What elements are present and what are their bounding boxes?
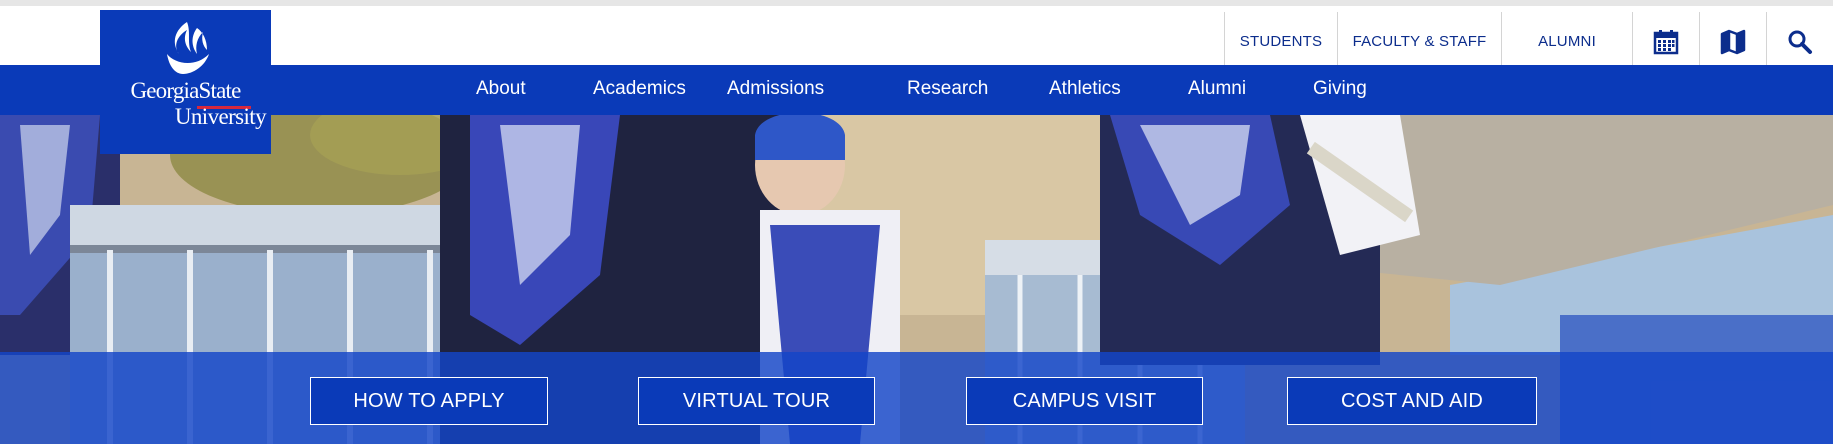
- cta-band: [0, 352, 1833, 444]
- cost-and-aid-button[interactable]: COST AND AID: [1287, 377, 1537, 425]
- flame-icon: [167, 22, 209, 74]
- map-button[interactable]: [1699, 12, 1766, 71]
- logo-wordmark-line1: GeorgiaState: [130, 78, 241, 103]
- utility-link-alumni[interactable]: ALUMNI: [1501, 12, 1632, 71]
- university-logo[interactable]: GeorgiaState University: [100, 10, 271, 154]
- nav-item-admissions[interactable]: Admissions: [727, 78, 824, 100]
- main-nav-bar: About Academics Admissions Research Athl…: [0, 65, 1833, 115]
- nav-item-academics[interactable]: Academics: [593, 78, 686, 100]
- nav-item-research[interactable]: Research: [907, 78, 988, 100]
- calendar-icon: [1653, 29, 1679, 54]
- utility-link-faculty-staff[interactable]: FACULTY & STAFF: [1337, 12, 1501, 71]
- map-icon: [1720, 29, 1746, 54]
- virtual-tour-button[interactable]: VIRTUAL TOUR: [638, 377, 875, 425]
- search-icon: [1788, 30, 1812, 54]
- nav-item-alumni[interactable]: Alumni: [1188, 78, 1246, 100]
- campus-visit-button[interactable]: CAMPUS VISIT: [966, 377, 1203, 425]
- hero-banner: HOW TO APPLY VIRTUAL TOUR CAMPUS VISIT C…: [0, 115, 1833, 444]
- calendar-button[interactable]: [1632, 12, 1699, 71]
- search-button[interactable]: [1766, 12, 1833, 71]
- nav-item-athletics[interactable]: Athletics: [1049, 78, 1121, 100]
- utility-nav: STUDENTS FACULTY & STAFF ALUMNI: [1224, 12, 1833, 71]
- nav-item-about[interactable]: About: [476, 78, 526, 100]
- logo-wordmark-line2: University: [174, 104, 267, 129]
- nav-item-giving[interactable]: Giving: [1313, 78, 1367, 100]
- utility-bar: STUDENTS FACULTY & STAFF ALUMNI: [0, 0, 1833, 71]
- how-to-apply-button[interactable]: HOW TO APPLY: [310, 377, 548, 425]
- utility-link-students[interactable]: STUDENTS: [1224, 12, 1337, 71]
